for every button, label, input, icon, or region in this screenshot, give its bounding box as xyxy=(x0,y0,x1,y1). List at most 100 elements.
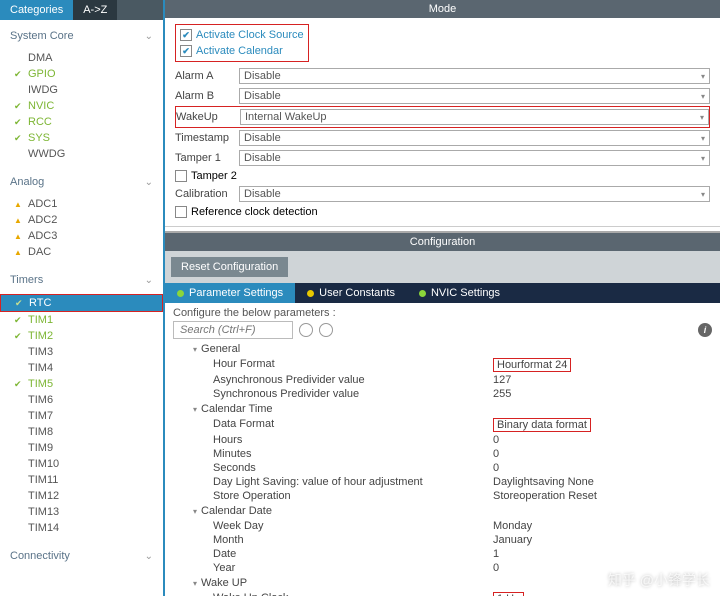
checkbox-activate-calendar[interactable] xyxy=(180,45,192,57)
label-refclk: Reference clock detection xyxy=(191,206,318,218)
param-wakeup-clock[interactable]: Wake Up Clock xyxy=(213,592,493,596)
chevron-down-icon: ▾ xyxy=(701,154,705,163)
param-async[interactable]: Asynchronous Predivider value xyxy=(213,374,493,386)
label-tamper2: Tamper 2 xyxy=(191,170,237,182)
sidebar-tabs: Categories A->Z xyxy=(0,0,163,20)
param-year[interactable]: Year xyxy=(213,562,493,574)
category-header[interactable]: Analog⌄ xyxy=(0,170,163,194)
val-date[interactable]: 1 xyxy=(493,548,499,560)
tab-az[interactable]: A->Z xyxy=(73,0,117,20)
sidebar-item[interactable]: GPIO xyxy=(0,66,163,82)
sidebar-item[interactable]: TIM1 xyxy=(0,312,163,328)
param-date[interactable]: Date xyxy=(213,548,493,560)
combo-timestamp[interactable]: Disable▾ xyxy=(239,130,710,146)
subtab-nvic[interactable]: NVIC Settings xyxy=(407,283,512,303)
category-header[interactable]: Connectivity⌄ xyxy=(0,544,163,568)
val-hour-format[interactable]: Hourformat 24 xyxy=(493,358,571,372)
val-year[interactable]: 0 xyxy=(493,562,499,574)
combo-alarm-a[interactable]: Disable▾ xyxy=(239,68,710,84)
sidebar-item[interactable]: RCC xyxy=(0,114,163,130)
label-alarm-a: Alarm A xyxy=(175,70,235,82)
chevron-down-icon: ⌄ xyxy=(145,31,153,42)
val-dls[interactable]: Daylightsaving None xyxy=(493,476,594,488)
info-icon[interactable]: i xyxy=(698,323,712,337)
config-body: Configure the below parameters : i ▾Gene… xyxy=(165,303,720,596)
chevron-down-icon: ▾ xyxy=(701,190,705,199)
sidebar-item[interactable]: TIM5 xyxy=(0,376,163,392)
sidebar-item[interactable]: TIM3 xyxy=(0,344,163,360)
label-alarm-b: Alarm B xyxy=(175,90,235,102)
combo-calibration[interactable]: Disable▾ xyxy=(239,186,710,202)
main-panel: Mode Activate Clock Source Activate Cale… xyxy=(165,0,720,596)
mode-panel: Activate Clock Source Activate Calendar … xyxy=(165,18,720,227)
param-store[interactable]: Store Operation xyxy=(213,490,493,502)
param-data-format[interactable]: Data Format xyxy=(213,418,493,432)
search-option-icon[interactable] xyxy=(319,323,333,337)
checkbox-activate-clock[interactable] xyxy=(180,29,192,41)
sidebar-item[interactable]: TIM11 xyxy=(0,472,163,488)
checkbox-tamper2[interactable] xyxy=(175,170,187,182)
sidebar-item[interactable]: ADC1 xyxy=(0,196,163,212)
checkbox-refclk[interactable] xyxy=(175,206,187,218)
section-general[interactable]: ▾General xyxy=(173,341,712,357)
sidebar-item[interactable]: ADC3 xyxy=(0,228,163,244)
sidebar-item[interactable]: DAC xyxy=(0,244,163,260)
combo-wakeup[interactable]: Internal WakeUp▾ xyxy=(240,109,709,125)
val-hours[interactable]: 0 xyxy=(493,434,499,446)
param-month[interactable]: Month xyxy=(213,534,493,546)
combo-tamper1[interactable]: Disable▾ xyxy=(239,150,710,166)
sidebar-item[interactable]: ADC2 xyxy=(0,212,163,228)
category-header[interactable]: Timers⌄ xyxy=(0,268,163,292)
sidebar-item[interactable]: TIM4 xyxy=(0,360,163,376)
val-sync[interactable]: 255 xyxy=(493,388,511,400)
param-dls[interactable]: Day Light Saving: value of hour adjustme… xyxy=(213,476,493,488)
chevron-down-icon: ⌄ xyxy=(145,275,153,286)
chevron-down-icon: ⌄ xyxy=(145,551,153,562)
tab-categories[interactable]: Categories xyxy=(0,0,73,20)
search-option-icon[interactable] xyxy=(299,323,313,337)
chevron-down-icon: ▾ xyxy=(701,92,705,101)
val-wakeup-clock[interactable]: 1 Hz xyxy=(493,592,524,596)
config-panel: Configuration Reset Configuration Parame… xyxy=(165,231,720,596)
val-month[interactable]: January xyxy=(493,534,532,546)
val-seconds[interactable]: 0 xyxy=(493,462,499,474)
sidebar-item[interactable]: TIM12 xyxy=(0,488,163,504)
sidebar-item[interactable]: TIM2 xyxy=(0,328,163,344)
section-calendar-date[interactable]: ▾Calendar Date xyxy=(173,503,712,519)
subtab-user[interactable]: User Constants xyxy=(295,283,407,303)
sidebar-item[interactable]: NVIC xyxy=(0,98,163,114)
status-dot-icon xyxy=(307,290,314,297)
sidebar-item[interactable]: TIM6 xyxy=(0,392,163,408)
val-data-format[interactable]: Binary data format xyxy=(493,418,591,432)
sidebar-item[interactable]: IWDG xyxy=(0,82,163,98)
val-weekday[interactable]: Monday xyxy=(493,520,532,532)
val-async[interactable]: 127 xyxy=(493,374,511,386)
reset-button[interactable]: Reset Configuration xyxy=(171,257,288,277)
section-calendar-time[interactable]: ▾Calendar Time xyxy=(173,401,712,417)
sidebar-item[interactable]: TIM7 xyxy=(0,408,163,424)
sidebar-item[interactable]: TIM10 xyxy=(0,456,163,472)
sidebar-item[interactable]: SYS xyxy=(0,130,163,146)
param-hour-format[interactable]: Hour Format xyxy=(213,358,493,372)
search-input[interactable] xyxy=(173,321,293,339)
chevron-down-icon: ▾ xyxy=(701,72,705,81)
sidebar-item[interactable]: WWDG xyxy=(0,146,163,162)
sidebar-item[interactable]: RTC xyxy=(1,295,162,311)
chevron-down-icon: ▾ xyxy=(193,345,197,354)
param-sync[interactable]: Synchronous Predivider value xyxy=(213,388,493,400)
combo-alarm-b[interactable]: Disable▾ xyxy=(239,88,710,104)
param-hours[interactable]: Hours xyxy=(213,434,493,446)
param-minutes[interactable]: Minutes xyxy=(213,448,493,460)
sidebar-item[interactable]: DMA xyxy=(0,50,163,66)
val-minutes[interactable]: 0 xyxy=(493,448,499,460)
param-weekday[interactable]: Week Day xyxy=(213,520,493,532)
val-store[interactable]: Storeoperation Reset xyxy=(493,490,597,502)
category-header[interactable]: System Core⌄ xyxy=(0,24,163,48)
sidebar-item[interactable]: TIM8 xyxy=(0,424,163,440)
label-tamper1: Tamper 1 xyxy=(175,152,235,164)
sidebar-item[interactable]: TIM13 xyxy=(0,504,163,520)
sidebar-item[interactable]: TIM14 xyxy=(0,520,163,536)
sidebar-item[interactable]: TIM9 xyxy=(0,440,163,456)
param-seconds[interactable]: Seconds xyxy=(213,462,493,474)
subtab-parameter[interactable]: Parameter Settings xyxy=(165,283,295,303)
